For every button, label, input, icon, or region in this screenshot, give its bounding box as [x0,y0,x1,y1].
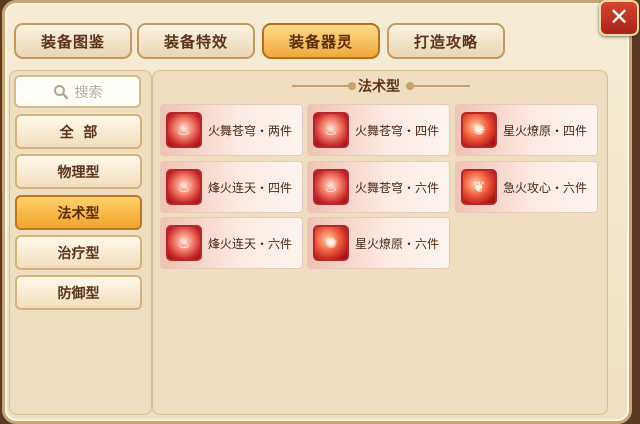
flame-spirit-icon: ♨ [166,112,202,148]
tab-equipment-spirit[interactable]: 装备器灵 [262,23,380,59]
spirit-card-label: 烽火连天・六件 [208,236,293,251]
fire-swirl-icon: ✺ [461,112,497,148]
search-placeholder: 搜索 [74,84,103,101]
category-healing[interactable]: 治疗型 [15,235,142,270]
spirit-card[interactable]: ♨ 火舞苍穹・两件 [160,104,303,156]
spirit-card[interactable]: ♨ 烽火连天・四件 [160,161,303,213]
category-all[interactable]: 全 部 [15,114,142,149]
flame-spirit-icon: ♨ [313,169,349,205]
tab-equipment-codex[interactable]: 装备图鉴 [14,23,132,59]
category-label: 物理型 [57,164,100,181]
flame-spirit-icon: ♨ [166,169,202,205]
tab-label: 装备器灵 [288,32,353,51]
spirit-card[interactable]: ♨ 火舞苍穹・四件 [307,104,450,156]
spirit-card[interactable]: ❦ 急火攻心・六件 [455,161,598,213]
flame-spirit-icon: ♨ [313,112,349,148]
close-button[interactable]: ✕ [599,0,639,36]
tab-label: 打造攻略 [413,32,478,51]
search-icon [53,84,68,99]
spirit-card-label: 火舞苍穹・两件 [208,123,293,138]
category-magic[interactable]: 法术型 [15,195,142,230]
category-defense[interactable]: 防御型 [15,275,142,310]
tab-label: 装备图鉴 [40,32,105,51]
spirit-card-label: 火舞苍穹・六件 [355,180,440,195]
category-physical[interactable]: 物理型 [15,154,142,189]
spirit-card-label: 火舞苍穹・四件 [355,123,440,138]
tab-equipment-effects[interactable]: 装备特效 [137,23,255,59]
spirit-card-label: 急火攻心・六件 [503,180,588,195]
fire-swirl-icon: ✺ [313,225,349,261]
spirit-card-label: 星火燎原・四件 [503,123,588,138]
search-input[interactable]: 搜索 [14,75,141,108]
close-icon: ✕ [608,3,630,31]
category-label: 全 部 [59,124,98,141]
tab-forging-guide[interactable]: 打造攻略 [387,23,505,59]
spirit-card[interactable]: ✺ 星火燎原・六件 [307,217,450,269]
spirit-card-label: 星火燎原・六件 [355,236,440,251]
spirit-card[interactable]: ♨ 火舞苍穹・六件 [307,161,450,213]
category-label: 法术型 [57,205,100,222]
category-label: 防御型 [57,285,100,302]
tab-label: 装备特效 [163,32,228,51]
category-label: 治疗型 [57,245,100,262]
spirit-card[interactable]: ✺ 星火燎原・四件 [455,104,598,156]
spirit-card[interactable]: ♨ 烽火连天・六件 [160,217,303,269]
flame-spirit-icon: ♨ [166,225,202,261]
spirit-card-label: 烽火连天・四件 [208,180,293,195]
fire-heart-icon: ❦ [461,169,497,205]
panel-title: 法术型 [358,79,400,95]
